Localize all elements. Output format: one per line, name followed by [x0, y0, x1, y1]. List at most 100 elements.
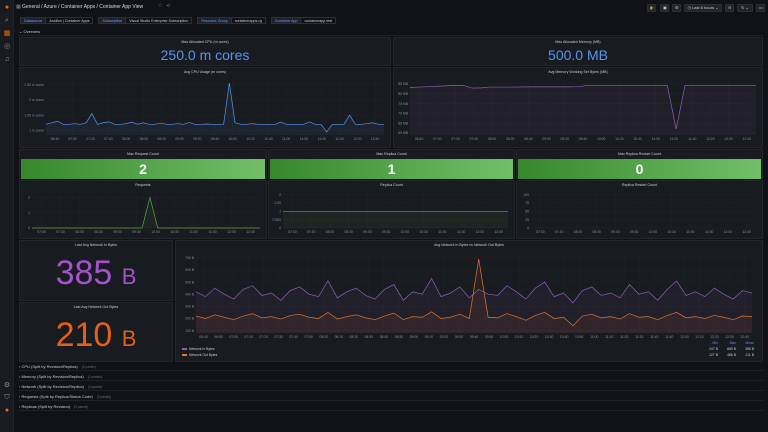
add-panel-button[interactable]: ▮▪	[647, 4, 656, 12]
variable-container-app[interactable]: Container App containerapp-test	[270, 17, 337, 24]
panel-title: Max Replica Count	[376, 152, 407, 156]
x-tick-label: 08:30	[344, 230, 353, 234]
x-tick-label: 11:30	[705, 230, 713, 234]
x-tick-label: 12:30	[246, 230, 255, 234]
alerting-icon[interactable]: ♫	[3, 56, 11, 64]
breadcrumb[interactable]: General / Azure / Container Apps / Conta…	[22, 4, 143, 10]
x-tick-label: 10:40	[633, 137, 642, 141]
x-tick-label: 11:00	[590, 335, 598, 339]
time-range-picker[interactable]: ◷ Last 6 hours ⌄	[684, 4, 722, 12]
x-tick-label: 12:30	[494, 230, 503, 234]
legend-item-network-in[interactable]: Network In Bytes	[182, 347, 215, 351]
y-tick-label: 2	[279, 193, 281, 197]
row-overview[interactable]: ⌄ Overview	[19, 27, 763, 36]
row-panel-count: (2 panels)	[81, 365, 96, 369]
x-tick-label: 06:40	[51, 137, 60, 141]
x-tick-label: 09:40	[579, 137, 588, 141]
search-icon[interactable]: ⌕	[3, 17, 11, 25]
panel-last-avg-network-out: Last Avg Network Out Bytes 210 B	[19, 302, 173, 362]
x-tick-label: 12:00	[706, 137, 715, 141]
x-tick-label: 07:30	[307, 230, 316, 234]
y-tick-label: 0	[279, 226, 281, 230]
x-tick-label: 12:00	[680, 335, 689, 339]
y-tick-label: 1 m cores	[29, 129, 44, 133]
legend-item-network-out[interactable]: Network Out Bytes	[182, 353, 217, 357]
variable-value[interactable]: containerapp-test	[301, 17, 337, 24]
variable-datasource[interactable]: Datasource Ancillon | Container Apps	[20, 17, 94, 24]
x-tick-label: 12:20	[710, 335, 719, 339]
network-chart[interactable]: 100 B 200 B 300 B 400 B 500 B 600 B 700 B 06:40…	[176, 241, 762, 361]
zoom-out-icon[interactable]: ⊖	[725, 4, 734, 12]
x-tick-label: 07:00	[37, 230, 46, 234]
shield-icon[interactable]: ⛉	[3, 394, 11, 402]
variable-value[interactable]: Visual Studio Enterprise Subscription	[126, 17, 193, 24]
variable-value[interactable]: Ancillon | Container Apps	[46, 17, 94, 24]
x-tick-label: 10:30	[419, 230, 428, 234]
y-tick-label: 1	[279, 210, 281, 214]
x-tick-label: 08:00	[319, 335, 328, 339]
requests-chart[interactable]: 0 1 2 07:00 07:30 08:00 08:30 09:00 09:30 10:00 10…	[20, 181, 266, 238]
legend-header-min[interactable]: Min	[704, 341, 718, 345]
row-requests-split[interactable]: › Requests (Split by Replica/Status Code…	[19, 392, 763, 401]
x-tick-label: 10:50	[575, 335, 584, 339]
panel-title: Max Allocated Memory (MB)	[555, 40, 601, 44]
panel-memory-usage: Avg Memory Working Set Bytes (MB) 60 MB 6…	[393, 67, 763, 148]
row-title: Memory (Split by Revision/Replica)	[21, 374, 84, 379]
y-tick-label: 400 B	[185, 292, 195, 296]
gear-icon[interactable]: ⚙	[3, 382, 11, 390]
row-cpu-split[interactable]: › CPU (Split by Revision/Replica) (2 pane…	[19, 362, 763, 371]
x-tick-label: 08:00	[574, 230, 583, 234]
x-tick-label: 09:20	[440, 335, 449, 339]
stat-unit: B	[121, 326, 137, 351]
x-tick-label: 07:30	[274, 335, 283, 339]
x-tick-label: 11:40	[318, 137, 326, 141]
x-tick-label: 07:00	[433, 137, 442, 141]
x-tick-label: 08:00	[75, 230, 84, 234]
row-replicas-split[interactable]: › Replicas (Split by Revision) (2 panels)	[19, 402, 763, 411]
share-icon[interactable]: ⋖	[166, 3, 170, 9]
x-tick-label: 10:20	[246, 137, 255, 141]
y-tick-label: 0	[28, 226, 30, 230]
x-tick-label: 12:40	[740, 335, 749, 339]
avatar[interactable]: ●	[3, 407, 11, 415]
x-tick-label: 09:30	[132, 230, 141, 234]
explore-icon[interactable]: ◎	[3, 43, 11, 51]
x-tick-label: 10:30	[545, 335, 554, 339]
x-tick-label: 09:00	[542, 137, 551, 141]
replica-count-chart[interactable]: 0 0.500 1 1.50 2 07:00 07:30 08:00 08:30 09:00 09:…	[269, 181, 514, 238]
tv-icon[interactable]: ▭	[756, 4, 765, 12]
legend-header-max[interactable]: Max	[722, 341, 736, 345]
variable-label: Datasource	[20, 17, 47, 24]
y-tick-label: 600 B	[185, 268, 195, 272]
x-tick-label: 11:00	[282, 137, 290, 141]
variable-resource-group[interactable]: Resource Group containerapps-rg	[197, 17, 266, 24]
memory-usage-chart[interactable]: 60 MB 65 MB 70 MB 75 MB 80 MB 85 MB 06:40 07:00…	[394, 68, 762, 147]
x-tick-label: 09:40	[470, 335, 479, 339]
stat-value: 1	[270, 159, 513, 179]
x-tick-label: 09:00	[611, 230, 620, 234]
variable-value[interactable]: containerapps-rg	[231, 17, 266, 24]
panel-max-replica-restart-count: Max Replica Restart Count 0	[516, 149, 763, 179]
gear-icon[interactable]: ⚙	[672, 4, 681, 12]
x-tick-label: 08:00	[326, 230, 335, 234]
variable-subscription[interactable]: Subscription Visual Studio Enterprise Sub…	[98, 17, 193, 24]
x-tick-label: 12:00	[724, 230, 733, 234]
dashboards-icon[interactable]: ▦	[3, 30, 11, 38]
refresh-icon[interactable]: ↻ ⌄	[737, 4, 753, 12]
y-tick-label: 65 MB	[398, 121, 409, 125]
grafana-logo-icon[interactable]: ●	[3, 4, 11, 12]
x-tick-label: 09:00	[363, 230, 372, 234]
x-tick-label: 09:50	[485, 335, 494, 339]
star-icon[interactable]: ☆	[158, 3, 162, 9]
y-tick-label: 75	[525, 201, 529, 205]
legend-label: Network Out Bytes	[189, 353, 218, 357]
legend-header-mean[interactable]: Mean	[740, 341, 754, 345]
cpu-usage-chart[interactable]: 1 m cores 1.50 m cores 2 m cores 2.50 m cor…	[20, 68, 390, 147]
x-tick-label: 07:00	[288, 230, 297, 234]
replica-restart-count-chart[interactable]: 0 25 50 75 100 07:00 07:30 08:00 08:30 09:00 09:30…	[517, 181, 762, 238]
row-network-split[interactable]: › Network (Split by Revision/Replica) (4 …	[19, 382, 763, 391]
save-icon[interactable]: ▣	[660, 4, 669, 12]
x-tick-label: 08:30	[94, 230, 103, 234]
row-memory-split[interactable]: › Memory (Split by Revision/Replica) (2 p…	[19, 372, 763, 381]
x-tick-label: 07:10	[244, 335, 253, 339]
